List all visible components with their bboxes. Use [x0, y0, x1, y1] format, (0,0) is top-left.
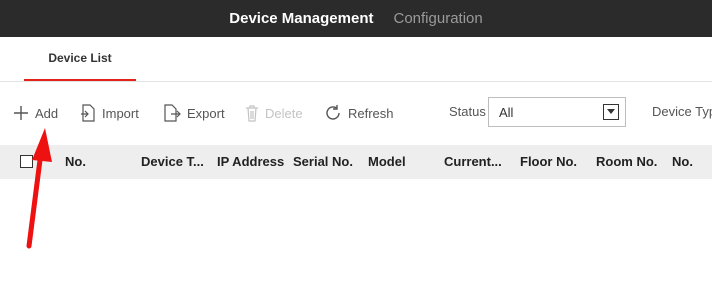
table-header: No. Device T... IP Address Serial No. Mo… [0, 145, 712, 179]
status-label: Status [449, 104, 486, 119]
column-header[interactable]: Device T... [141, 145, 204, 179]
refresh-label: Refresh [348, 105, 394, 121]
tab-bar: Device List [0, 37, 712, 82]
delete-button[interactable]: Delete [245, 95, 303, 131]
status-value: All [499, 105, 514, 120]
delete-label: Delete [265, 105, 303, 121]
add-button[interactable]: Add [13, 95, 58, 131]
column-header[interactable]: Floor No. [520, 145, 577, 179]
column-header[interactable]: Current... [444, 145, 502, 179]
refresh-button[interactable]: Refresh [324, 95, 394, 131]
import-icon [80, 104, 96, 122]
export-button[interactable]: Export [163, 95, 225, 131]
tab-device-list[interactable]: Device List [24, 37, 136, 81]
status-select[interactable]: All [488, 97, 626, 127]
import-button[interactable]: Import [80, 95, 139, 131]
trash-icon [245, 104, 259, 122]
nav-configuration[interactable]: Configuration [394, 10, 483, 27]
add-label: Add [35, 105, 59, 121]
column-header[interactable]: No. [672, 145, 693, 179]
device-type-label: Device Typ [652, 104, 712, 119]
nav-device-management[interactable]: Device Management [229, 10, 373, 27]
import-label: Import [102, 105, 139, 121]
column-header[interactable]: Serial No. [293, 145, 353, 179]
column-header[interactable]: IP Address [217, 145, 284, 179]
export-label: Export [187, 105, 225, 121]
top-navigation-bar: Device Management Configuration [0, 0, 712, 37]
column-header[interactable]: Room No. [596, 145, 657, 179]
chevron-down-icon[interactable] [603, 104, 619, 120]
column-header[interactable]: Model [368, 145, 406, 179]
plus-icon [13, 105, 29, 121]
refresh-icon [324, 104, 342, 122]
select-all-checkbox[interactable] [20, 155, 33, 168]
export-icon [163, 104, 181, 122]
column-header[interactable]: No. [65, 145, 86, 179]
